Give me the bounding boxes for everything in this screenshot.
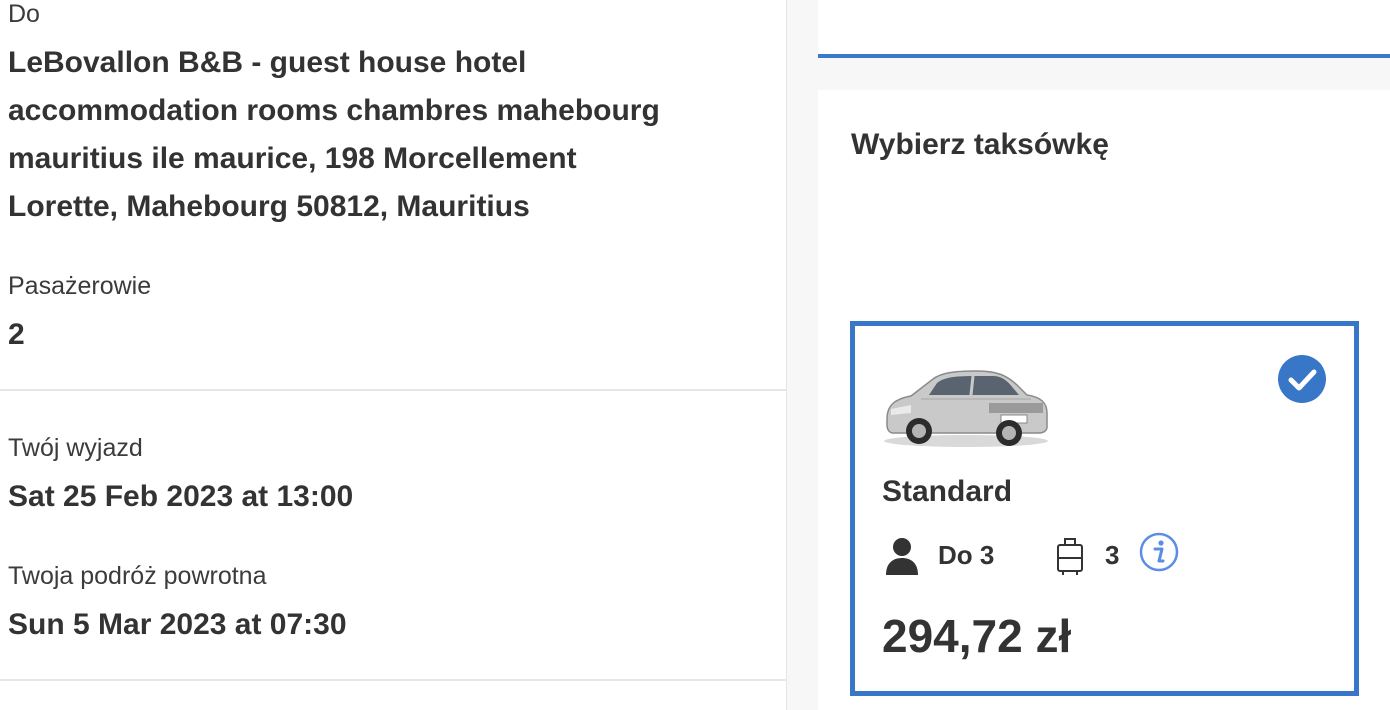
car-image <box>884 370 1048 447</box>
taxi-option-standard[interactable]: Standard Do 3 3 294,72 zł <box>850 321 1359 696</box>
passengers-value: 2 <box>8 318 25 351</box>
passenger-capacity: Do 3 <box>938 540 995 570</box>
info-icon[interactable] <box>1139 532 1179 572</box>
panel-title: Wybierz taksówkę <box>851 128 1109 161</box>
luggage-capacity: 3 <box>1105 540 1120 570</box>
passengers-label: Pasażerowie <box>8 272 152 300</box>
taxi-selection-panel: Wybierz taksówkę Standard Do 3 3 294,72 … <box>818 90 1390 710</box>
destination-line-1: LeBovallon B&B - guest house hotel <box>8 46 527 79</box>
trip-summary: Do LeBovallon B&B - guest house hotel ac… <box>0 0 787 710</box>
destination-label: Do <box>8 0 40 28</box>
check-circle-icon <box>1278 355 1326 403</box>
section-divider <box>0 389 787 391</box>
destination-line-3: mauritius ile maurice, 198 Morcellement <box>8 142 577 175</box>
luggage-icon <box>1057 538 1083 575</box>
taxi-type-name: Standard <box>882 475 1013 508</box>
price: 294,72 zł <box>882 610 1072 662</box>
return-label: Twoja podróż powrotna <box>8 562 267 590</box>
destination-line-2: accommodation rooms chambres mahebourg <box>8 94 660 127</box>
return-value: Sun 5 Mar 2023 at 07:30 <box>8 608 347 641</box>
departure-value: Sat 25 Feb 2023 at 13:00 <box>8 480 354 513</box>
destination-line-4: Lorette, Mahebourg 50812, Mauritius <box>8 190 530 223</box>
person-icon <box>886 538 918 575</box>
progress-header <box>818 0 1390 58</box>
section-divider <box>0 679 787 681</box>
departure-label: Twój wyjazd <box>8 434 143 462</box>
